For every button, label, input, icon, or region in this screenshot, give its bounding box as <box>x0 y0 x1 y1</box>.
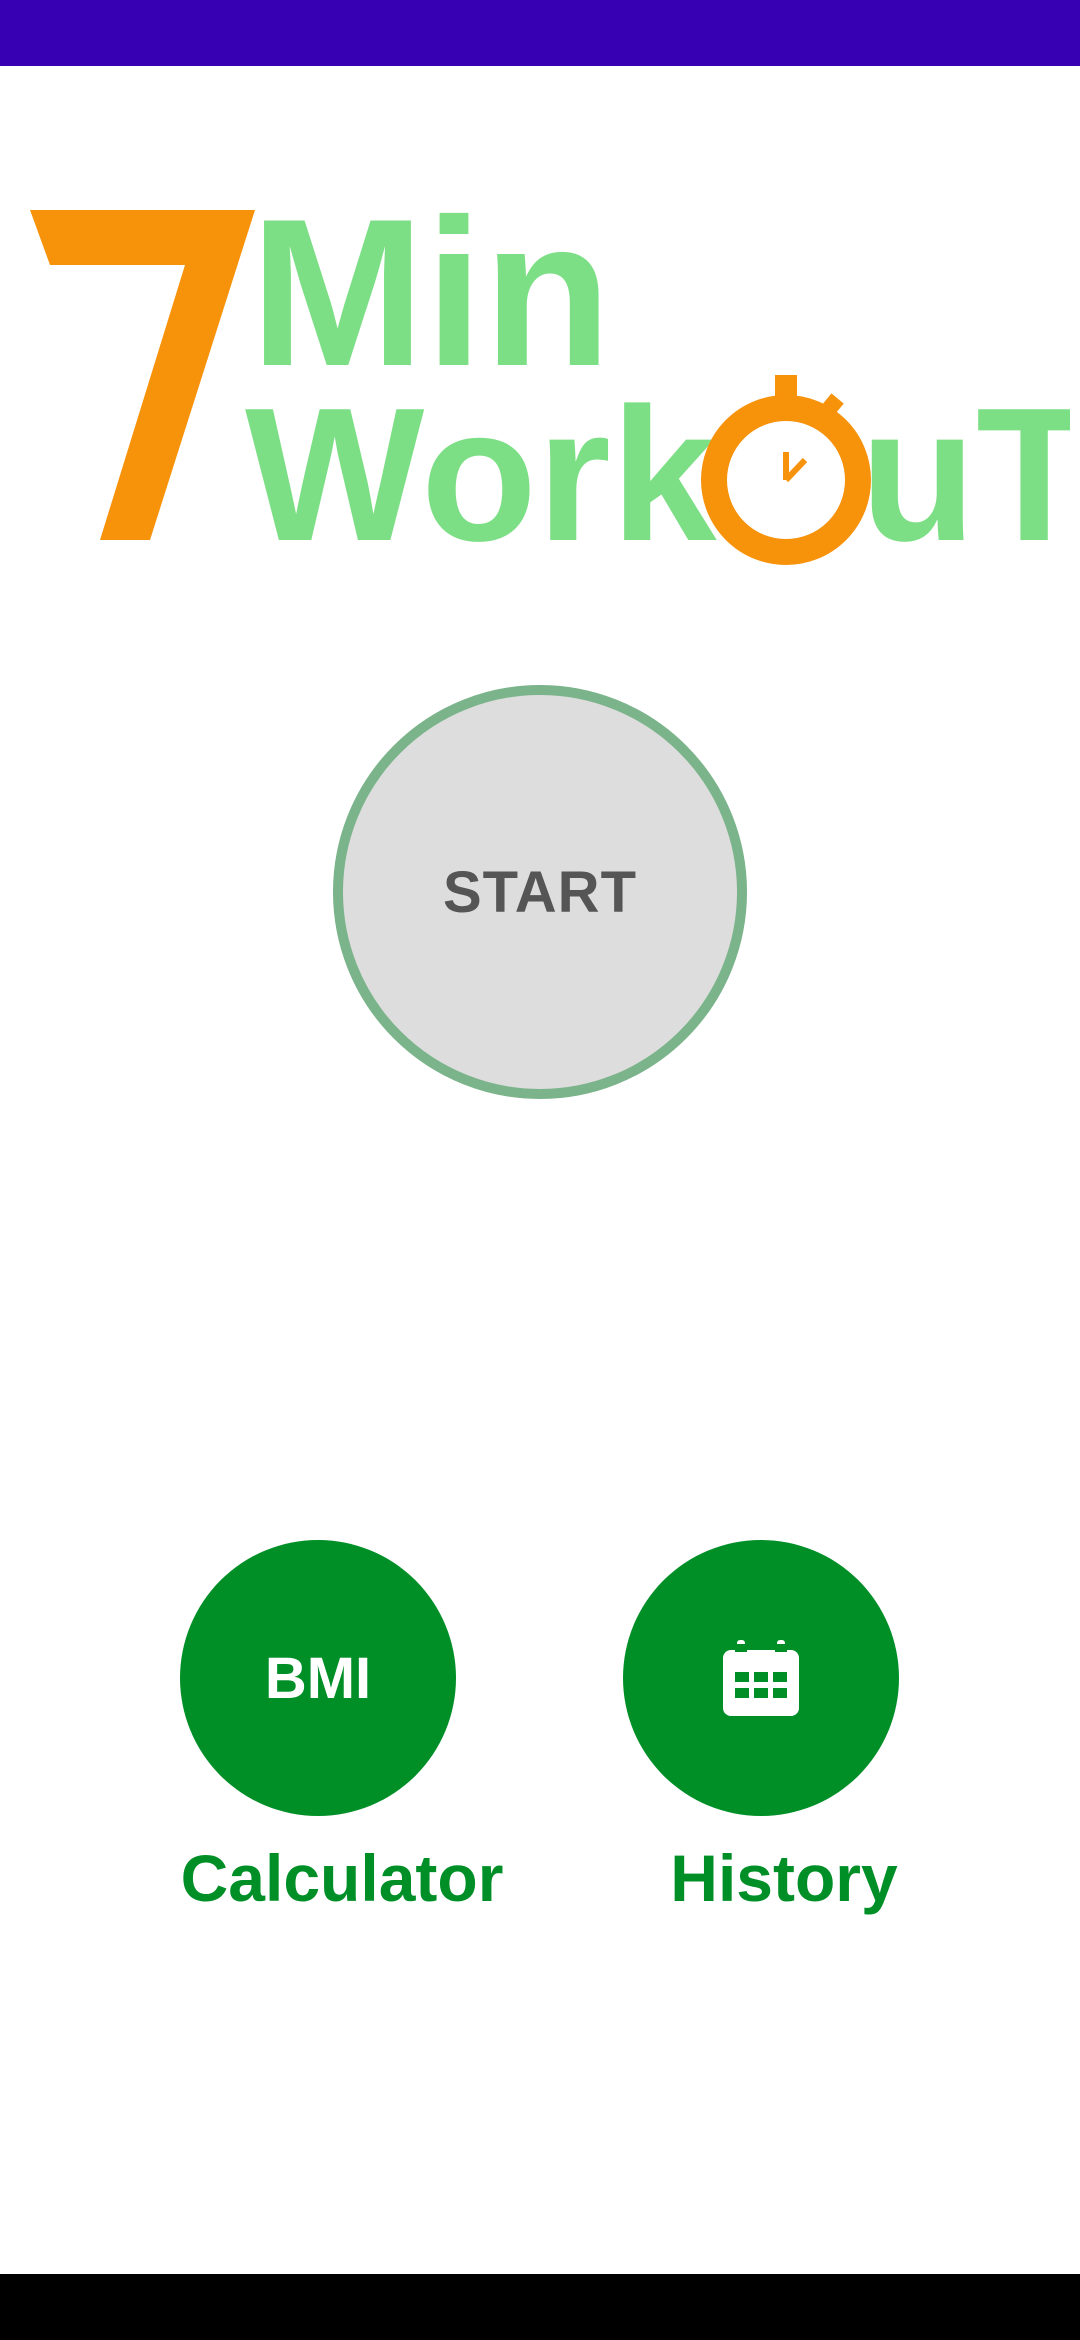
stopwatch-icon <box>701 375 871 565</box>
app-logo: Min Work uT <box>20 190 1070 580</box>
start-button[interactable]: START <box>333 685 747 1099</box>
status-bar <box>0 0 1080 66</box>
bmi-calculator-caption: Calculator <box>180 1841 504 1915</box>
navigation-bar <box>0 2274 1080 2340</box>
history-button[interactable] <box>623 1540 899 1816</box>
logo-word-ut: uT <box>860 369 1070 580</box>
logo-word-work: Work <box>245 369 717 580</box>
calendar-icon <box>723 1640 799 1716</box>
bmi-button[interactable]: BMI <box>180 1540 456 1816</box>
bmi-label: BMI <box>264 1645 372 1711</box>
history-caption: History <box>670 1841 898 1915</box>
start-label: START <box>442 859 637 925</box>
